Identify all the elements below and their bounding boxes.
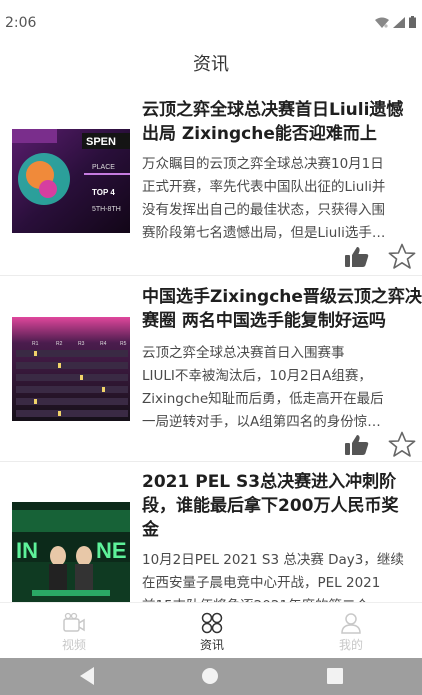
tab-video[interactable]: 视频	[34, 603, 114, 659]
status-bar: 2:06	[0, 0, 422, 36]
tab-label: 我的	[338, 638, 363, 652]
thumb-top-text: TOP 4	[92, 188, 115, 197]
news-title[interactable]: 2021 PEL S3总决赛进入冲刺阶 段，谁能最后拿下200万人民币奖 金	[142, 470, 422, 542]
news-item[interactable]: IN NE 2021 PEL S3总决赛进入冲刺阶 段，谁能最后拿下200万人民…	[0, 468, 422, 602]
status-time: 2:06	[5, 15, 37, 31]
thumb-col-label: R3	[78, 341, 85, 347]
thumb-col-label: R2	[56, 341, 63, 347]
news-summary: 10月2日PEL 2021 S3 总决赛 Day3，继续 在西安量子晨电竞中心开…	[142, 552, 404, 602]
thumb-col-label: R1	[32, 341, 39, 347]
star-icon[interactable]	[388, 243, 416, 274]
thumbs-up-icon[interactable]	[344, 246, 370, 272]
home-icon[interactable]	[201, 667, 219, 689]
news-title[interactable]: 中国选手Zixingche晋级云顶之弈决 赛圈 两名中国选手能复制好运吗	[142, 285, 422, 333]
thumb-place-text: PLACE	[92, 164, 115, 171]
signal-icon	[393, 17, 405, 28]
news-thumbnail: R1 R2 R3 R4 R5	[12, 317, 130, 421]
tab-label: 视频	[61, 638, 86, 652]
news-item[interactable]: R1 R2 R3 R4 R5 中国选手Zixingche晋级云顶之弈决 赛圈 两…	[0, 282, 422, 460]
wifi-icon	[375, 17, 389, 28]
system-nav-bar	[0, 658, 422, 695]
app-screen: 2:06 资讯 SPEN PLACE TOP 4 5TH-8TH 云顶之弈全球总…	[0, 0, 422, 695]
bottom-tab-bar: 视频 资讯 我的	[0, 602, 422, 658]
recents-icon[interactable]	[327, 668, 343, 688]
news-summary: 万众瞩目的云顶之弈全球总决赛10月1日 正式开赛，率先代表中国队出征的Liuli…	[142, 156, 386, 241]
thumbs-up-icon[interactable]	[344, 434, 370, 460]
tab-profile[interactable]: 我的	[311, 603, 391, 659]
news-thumbnail: SPEN PLACE TOP 4 5TH-8TH	[12, 129, 130, 233]
page-title: 资讯	[193, 54, 229, 75]
news-item[interactable]: SPEN PLACE TOP 4 5TH-8TH 云顶之弈全球总决赛首日Liul…	[0, 95, 422, 275]
back-icon[interactable]	[78, 666, 96, 690]
battery-icon	[409, 16, 416, 28]
thumb-brand-text: SPEN	[86, 136, 116, 148]
divider	[0, 275, 422, 276]
tab-news[interactable]: 资讯	[172, 603, 252, 659]
thumb-col-label: R4	[100, 341, 107, 347]
tab-label: 资讯	[199, 638, 224, 652]
news-thumbnail: IN NE	[12, 502, 130, 602]
status-icons	[375, 16, 416, 28]
profile-icon	[339, 612, 363, 634]
news-icon	[200, 612, 224, 634]
divider	[0, 461, 422, 462]
news-summary: 云顶之弈全球总决赛首日入围赛事 LIULI不幸被淘汰后，10月2日A组赛， Zi…	[142, 345, 384, 430]
star-icon[interactable]	[388, 431, 416, 462]
thumb-range-text: 5TH-8TH	[92, 206, 121, 213]
thumb-left-text: IN	[16, 538, 38, 563]
thumb-col-label: R5	[120, 341, 127, 347]
news-title[interactable]: 云顶之弈全球总决赛首日Liuli遗憾 出局 Zixingche能否迎难而上	[142, 98, 422, 146]
video-icon	[62, 612, 86, 634]
thumb-right-text: NE	[96, 538, 127, 563]
